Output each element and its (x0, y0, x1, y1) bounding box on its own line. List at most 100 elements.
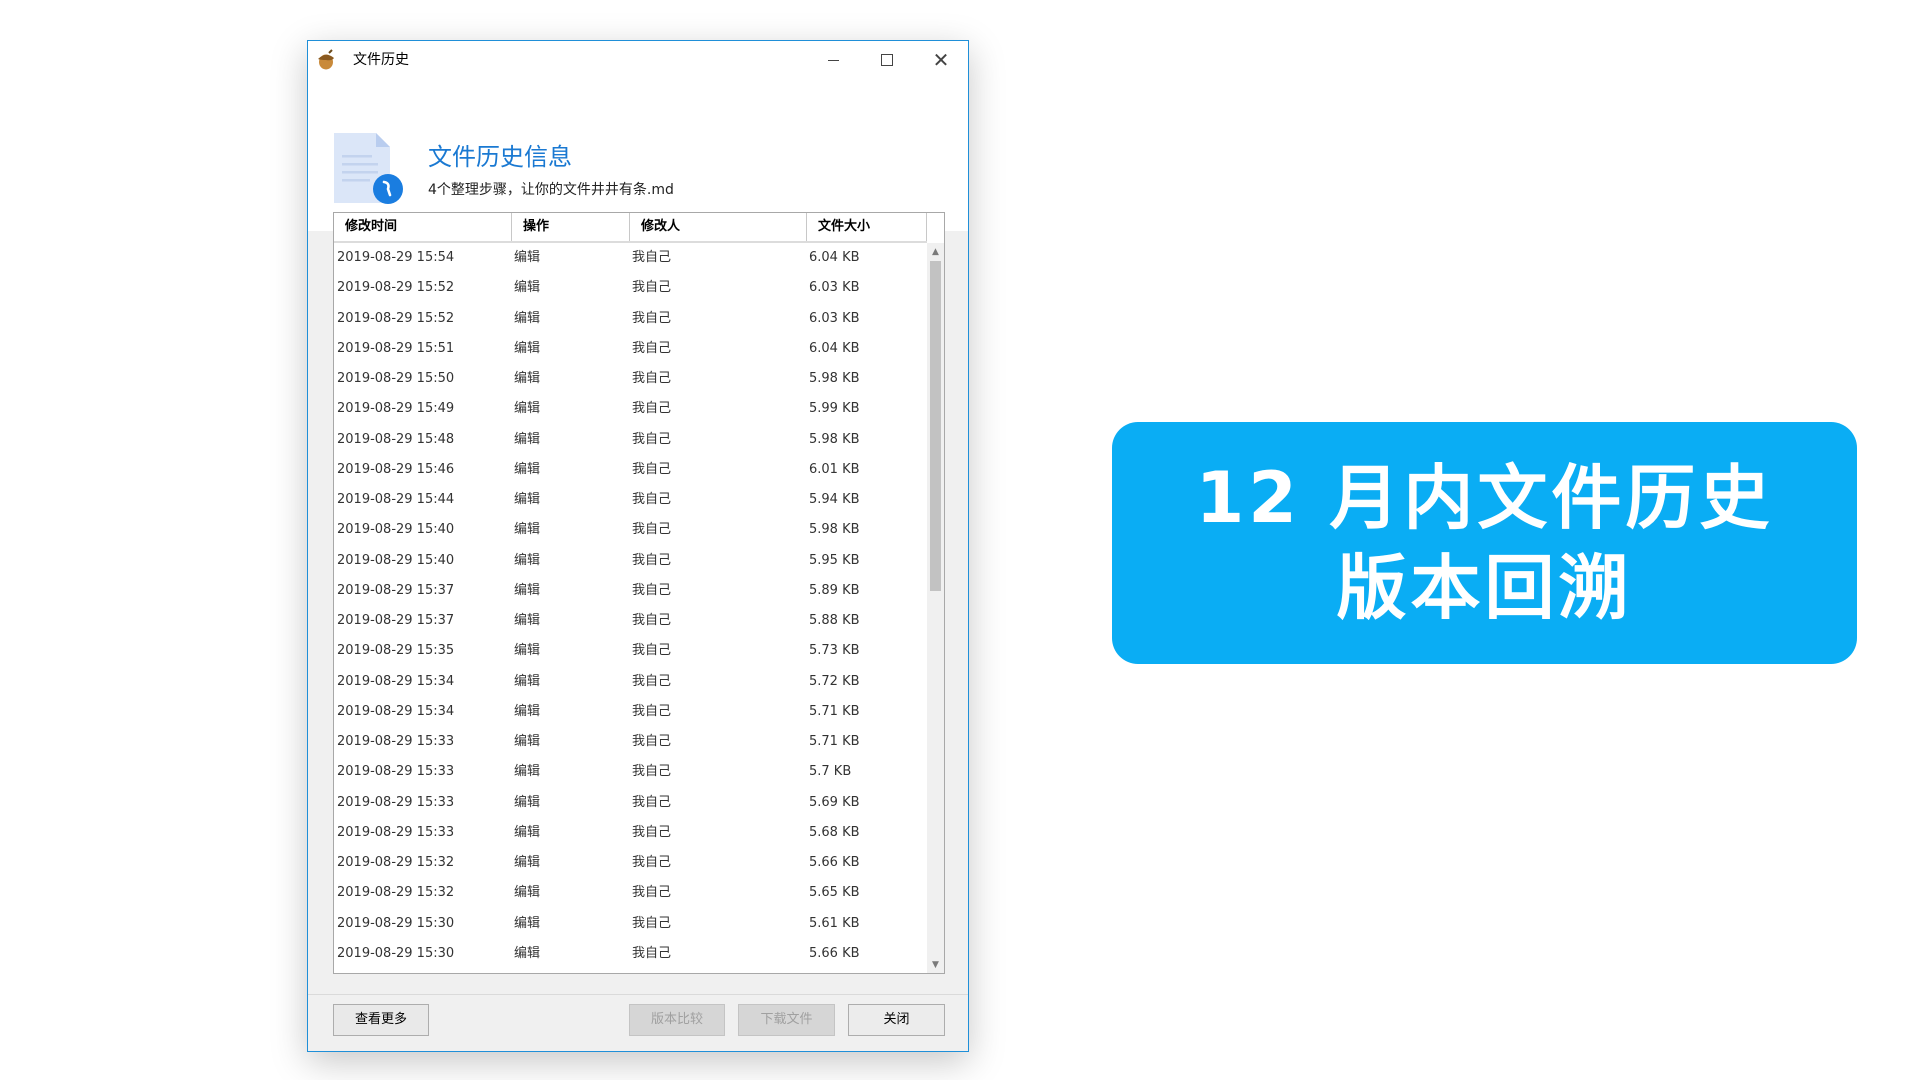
cell-modified-time: 2019-08-29 15:44 (337, 492, 455, 507)
table-row[interactable]: 2019-08-29 15:30 编辑 我自己 5.66 KB (334, 939, 927, 969)
cell-modified-time: 2019-08-29 15:48 (337, 431, 455, 447)
cell-modifier: 我自己 (632, 885, 672, 901)
cell-modified-time: 2019-08-29 15:30 (337, 945, 455, 961)
table-row[interactable]: 2019-08-29 15:40 编辑 我自己 5.95 KB (334, 546, 927, 576)
cell-file-size: 5.98 KB (809, 522, 860, 538)
cell-file-size: 6.01 KB (809, 461, 860, 477)
column-header-operation[interactable]: 操作 (512, 213, 630, 241)
table-row[interactable]: 2019-08-29 15:54 编辑 我自己 6.04 KB (334, 243, 927, 273)
column-header: 修改时间 操作 修改人 文件大小 (334, 213, 927, 243)
table-row[interactable]: 2019-08-29 15:34 编辑 我自己 5.72 KB (334, 667, 927, 697)
cell-modifier: 我自己 (632, 673, 672, 689)
cell-modified-time: 2019-08-29 15:34 (337, 703, 455, 719)
table-row[interactable]: 2019-08-29 15:30 编辑 我自己 5.61 KB (334, 909, 927, 939)
cell-operation: 编辑 (514, 340, 541, 356)
table-row[interactable]: 2019-08-29 15:33 编辑 我自己 5.71 KB (334, 727, 927, 757)
file-name: 4个整理步骤，让你的文件井井有条.md (428, 182, 674, 198)
download-file-button[interactable]: 下载文件 (738, 1004, 835, 1036)
cell-file-size: 5.68 KB (809, 824, 860, 840)
cell-file-size: 5.71 KB (809, 734, 860, 749)
cell-modified-time: 2019-08-29 15:35 (337, 643, 455, 659)
view-more-button[interactable]: 查看更多 (333, 1004, 429, 1036)
cell-modifier: 我自己 (632, 643, 672, 659)
table-row[interactable]: 2019-08-29 15:51 编辑 我自己 6.04 KB (334, 334, 927, 364)
history-rows: 2019-08-29 15:54 编辑 我自己 6.04 KB 2019-08-29 1… (334, 243, 927, 969)
cell-operation: 编辑 (514, 855, 541, 870)
history-list[interactable]: 修改时间 操作 修改人 文件大小 2019-08-29 15:54 编辑 我自己 6.… (333, 212, 945, 974)
cell-modified-time: 2019-08-29 15:52 (337, 280, 455, 296)
table-row[interactable]: 2019-08-29 15:37 编辑 我自己 5.88 KB (334, 606, 927, 636)
cell-file-size: 6.03 KB (809, 310, 860, 326)
cell-operation: 编辑 (514, 310, 541, 326)
cell-modifier: 我自己 (632, 371, 672, 386)
cell-operation: 编辑 (514, 673, 541, 689)
vertical-scrollbar[interactable]: ▲ ▼ (927, 243, 944, 973)
minimize-button[interactable] (806, 41, 860, 79)
column-header-modified-time[interactable]: 修改时间 (334, 213, 512, 241)
table-row[interactable]: 2019-08-29 15:32 编辑 我自己 5.65 KB (334, 878, 927, 908)
cell-file-size: 5.7 KB (809, 764, 852, 780)
table-row[interactable]: 2019-08-29 15:40 编辑 我自己 5.98 KB (334, 515, 927, 545)
cell-modifier: 我自己 (632, 340, 672, 356)
document-icon (334, 133, 403, 204)
column-header-modifier[interactable]: 修改人 (630, 213, 807, 241)
table-row[interactable]: 2019-08-29 15:44 编辑 我自己 5.94 KB (334, 485, 927, 515)
cell-operation: 编辑 (514, 371, 541, 386)
cell-operation: 编辑 (514, 552, 541, 568)
cell-file-size: 5.71 KB (809, 703, 860, 719)
cell-operation: 编辑 (514, 250, 541, 265)
cell-operation: 编辑 (514, 885, 541, 901)
title-bar[interactable]: 文件历史 ✕ (308, 41, 968, 79)
cell-operation: 编辑 (514, 522, 541, 538)
cell-file-size: 5.99 KB (809, 401, 860, 417)
table-row[interactable]: 2019-08-29 15:33 编辑 我自己 5.68 KB (334, 818, 927, 848)
cell-modified-time: 2019-08-29 15:34 (337, 673, 455, 689)
table-row[interactable]: 2019-08-29 15:52 编辑 我自己 6.03 KB (334, 273, 927, 303)
table-row[interactable]: 2019-08-29 15:35 编辑 我自己 5.73 KB (334, 636, 927, 666)
info-title: 文件历史信息 (428, 143, 572, 171)
table-row[interactable]: 2019-08-29 15:33 编辑 我自己 5.7 KB (334, 757, 927, 787)
cell-file-size: 5.61 KB (809, 915, 860, 931)
close-window-button[interactable]: ✕ (914, 41, 968, 79)
table-row[interactable]: 2019-08-29 15:33 编辑 我自己 5.69 KB (334, 788, 927, 818)
cell-modifier: 我自己 (632, 764, 672, 780)
table-row[interactable]: 2019-08-29 15:32 编辑 我自己 5.66 KB (334, 848, 927, 878)
cell-file-size: 5.98 KB (809, 431, 860, 447)
column-header-file-size[interactable]: 文件大小 (807, 213, 927, 241)
cell-file-size: 5.98 KB (809, 371, 860, 386)
cell-modifier: 我自己 (632, 915, 672, 931)
table-row[interactable]: 2019-08-29 15:34 编辑 我自己 5.71 KB (334, 697, 927, 727)
table-row[interactable]: 2019-08-29 15:50 编辑 我自己 5.98 KB (334, 364, 927, 394)
maximize-button[interactable] (860, 41, 914, 79)
cell-operation: 编辑 (514, 764, 541, 780)
cell-file-size: 5.94 KB (809, 492, 860, 507)
table-row[interactable]: 2019-08-29 15:49 编辑 我自己 5.99 KB (334, 394, 927, 424)
cell-modifier: 我自己 (632, 310, 672, 326)
cell-modifier: 我自己 (632, 734, 672, 749)
close-icon: ✕ (932, 48, 950, 72)
banner-line-1: 12 月内文件历史 (1195, 457, 1774, 539)
table-row[interactable]: 2019-08-29 15:37 编辑 我自己 5.89 KB (334, 576, 927, 606)
cell-file-size: 5.95 KB (809, 552, 860, 568)
cell-modified-time: 2019-08-29 15:40 (337, 552, 455, 568)
close-button[interactable]: 关闭 (848, 1004, 945, 1036)
cell-modifier: 我自己 (632, 250, 672, 265)
scroll-down-arrow-icon[interactable]: ▼ (927, 956, 944, 973)
cell-operation: 编辑 (514, 431, 541, 447)
compare-versions-button[interactable]: 版本比较 (629, 1004, 725, 1036)
cell-file-size: 5.72 KB (809, 673, 860, 689)
cell-modifier: 我自己 (632, 582, 672, 598)
scrollbar-thumb[interactable] (930, 261, 941, 591)
footer-divider (308, 994, 968, 995)
table-row[interactable]: 2019-08-29 15:48 编辑 我自己 5.98 KB (334, 425, 927, 455)
table-row[interactable]: 2019-08-29 15:52 编辑 我自己 6.03 KB (334, 304, 927, 334)
scroll-up-arrow-icon[interactable]: ▲ (927, 243, 944, 260)
maximize-icon (881, 54, 893, 66)
cell-modified-time: 2019-08-29 15:51 (337, 340, 455, 356)
cell-modifier: 我自己 (632, 613, 672, 628)
cell-modified-time: 2019-08-29 15:52 (337, 310, 455, 326)
table-row[interactable]: 2019-08-29 15:46 编辑 我自己 6.01 KB (334, 455, 927, 485)
file-history-window: 文件历史 ✕ 文件历史信息 4个整理步骤，让你的文件井井有条.md 修改时间 操… (307, 40, 969, 1052)
cell-modifier: 我自己 (632, 280, 672, 296)
cell-file-size: 5.89 KB (809, 582, 860, 598)
